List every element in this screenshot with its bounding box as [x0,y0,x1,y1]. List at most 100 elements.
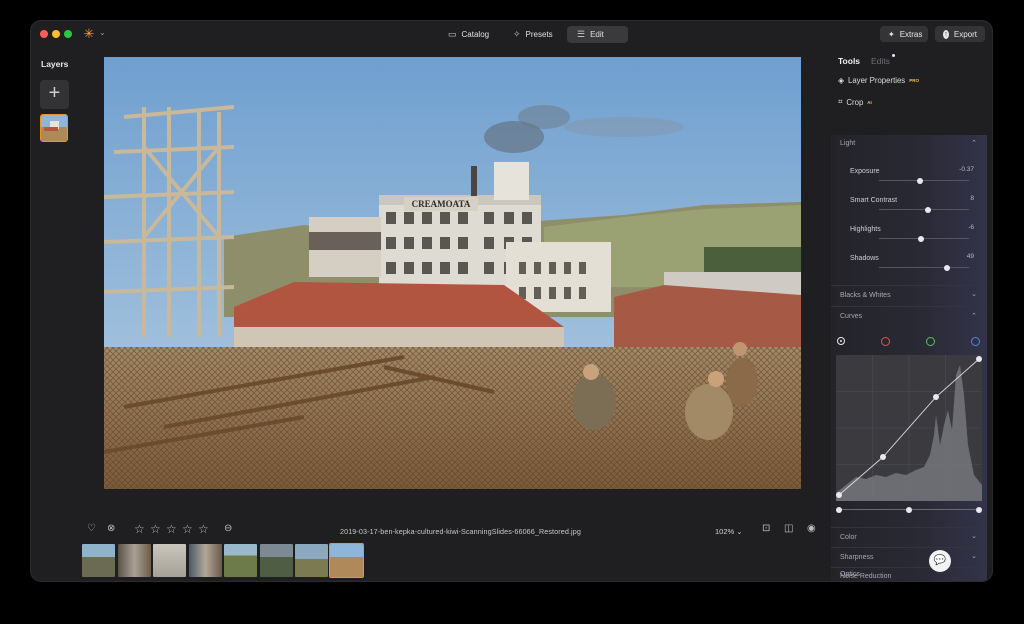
photo-canvas: CREAMOATA [104,57,801,489]
ai-badge: AI [867,99,872,105]
levels-white-knob[interactable] [976,506,982,513]
add-layer-button[interactable]: + [40,80,69,109]
curve-channel-blue[interactable] [971,337,980,346]
sparkle-icon: ✦ [888,29,895,39]
color-title: Color [840,534,857,541]
tools-panel: Tools Edits ◈ Layer Properties PRO ⌗ Cro… [831,47,992,581]
exposure-value: -0.37 [959,166,974,173]
chevron-down-icon: ⌄ [736,527,743,536]
levels-black-knob[interactable] [836,506,842,513]
color-section[interactable]: Color ⌄ [831,528,987,547]
curve-point[interactable] [933,394,939,400]
reject-icon[interactable]: ⊗ [107,523,115,534]
crop-item[interactable]: ⌗ Crop AI [838,97,872,107]
close-window-button[interactable] [40,30,48,38]
blacks-whites-title: Blacks & Whites [840,292,891,299]
filmstrip-thumb[interactable] [82,544,115,577]
tab-presets-label: Presets [525,30,553,39]
filmstrip-thumb[interactable] [153,544,186,577]
compare-icon[interactable]: ⊡ [762,523,770,534]
star-3-icon[interactable]: ☆ [166,522,177,536]
filmstrip-thumb[interactable] [224,544,257,577]
curve-channel-red[interactable] [881,337,890,346]
exposure-slider[interactable] [879,177,969,184]
highlights-slider[interactable] [879,235,969,242]
sparkle-icon: ✧ [513,29,521,39]
highlights-slider-knob[interactable] [918,235,925,242]
star-5-icon[interactable]: ☆ [198,522,209,536]
blacks-whites-section[interactable]: Blacks & Whites ⌄ [831,286,987,306]
tab-catalog[interactable]: ▭ Catalog [438,26,500,43]
curve-point[interactable] [976,356,982,362]
layer-properties-item[interactable]: ◈ Layer Properties PRO [838,76,919,85]
optics-title: Optics [840,571,860,578]
app-logo-icon[interactable]: ✳ [81,26,97,42]
tab-edits[interactable]: Edits [871,56,890,66]
curve-point[interactable] [880,454,886,460]
app-window: ✳ ⌄ ▭ Catalog ✧ Presets ☰ Edit ✦ Extras … [31,21,992,581]
upload-icon: ↑ [943,29,949,39]
layers-icon: ◈ [838,76,844,85]
chevron-up-icon[interactable]: ⌃ [971,312,977,320]
highlights-label: Highlights [850,226,881,233]
curve-point[interactable] [836,492,842,498]
highlights-value: -6 [968,224,974,231]
eye-icon[interactable]: ◉ [807,523,816,534]
main-photo[interactable]: CREAMOATA [104,57,801,489]
chevron-down-icon[interactable]: ⌄ [99,28,106,37]
curves-section: Curves ⌃ [831,307,987,527]
extras-button[interactable]: ✦ Extras [880,26,928,42]
smart-contrast-label: Smart Contrast [850,197,898,204]
shadows-label: Shadows [850,255,879,262]
light-section-title[interactable]: Light [840,140,855,147]
layer-properties-label: Layer Properties [848,76,906,85]
sharpness-title: Sharpness [840,554,874,561]
tab-edit-label: Edit [590,30,604,39]
smart-contrast-slider[interactable] [879,206,969,213]
heart-icon[interactable]: ♡ [87,523,96,534]
sharpness-section[interactable]: Sharpness ⌄ [831,548,987,567]
filmstrip-thumb[interactable] [118,544,151,577]
export-button[interactable]: ↑ Export [935,26,985,42]
curves-title[interactable]: Curves [840,313,862,320]
light-section: Light ⌃ Exposure -0.37 Smart Contrast 8 … [831,135,987,285]
pro-badge: PRO [909,78,919,83]
smart-contrast-value: 8 [970,195,974,202]
filename-label: 2019-03-17-ben-kepka-cultured-kiwi-Scann… [340,527,581,536]
chevron-down-icon: ⌄ [971,291,977,298]
shadows-slider[interactable] [879,264,969,271]
shadows-slider-knob[interactable] [943,264,950,271]
shadows-value: 49 [966,253,974,260]
smart-contrast-slider-knob[interactable] [924,206,931,213]
filmstrip-thumb-selected[interactable] [329,543,364,578]
curve-channel-luminance[interactable] [837,337,845,345]
tab-presets[interactable]: ✧ Presets [503,26,563,43]
chevron-up-icon[interactable]: ⌃ [971,139,977,147]
filmstrip-thumb[interactable] [260,544,293,577]
star-2-icon[interactable]: ☆ [150,522,161,536]
chat-support-button[interactable]: 💬 [929,550,951,572]
tab-tools[interactable]: Tools [838,56,860,66]
layer-thumbnail-image [41,115,67,141]
exposure-slider-knob[interactable] [916,177,923,184]
levels-mid-knob[interactable] [906,506,912,513]
filmstrip-thumb[interactable] [295,544,328,577]
more-icon[interactable]: ⊖ [224,523,232,534]
star-1-icon[interactable]: ☆ [134,522,145,536]
selected-dot-icon [839,339,842,342]
filmstrip-thumb[interactable] [189,544,222,577]
minimize-window-button[interactable] [52,30,60,38]
crop-label: Crop [846,97,864,107]
curve-channel-green[interactable] [926,337,935,346]
tab-edit[interactable]: ☰ Edit [567,26,628,43]
star-4-icon[interactable]: ☆ [182,522,193,536]
title-bar: ✳ ⌄ ▭ Catalog ✧ Presets ☰ Edit ✦ Extras … [31,21,992,47]
zoom-window-button[interactable] [64,30,72,38]
curves-graph[interactable] [836,355,982,505]
sliders-icon: ☰ [577,29,586,39]
exposure-label: Exposure [850,168,880,175]
split-view-icon[interactable]: ◫ [784,523,793,534]
layer-thumbnail[interactable] [40,114,68,142]
zoom-selector[interactable]: 102% ⌄ [715,527,743,536]
tab-catalog-label: Catalog [461,30,490,39]
